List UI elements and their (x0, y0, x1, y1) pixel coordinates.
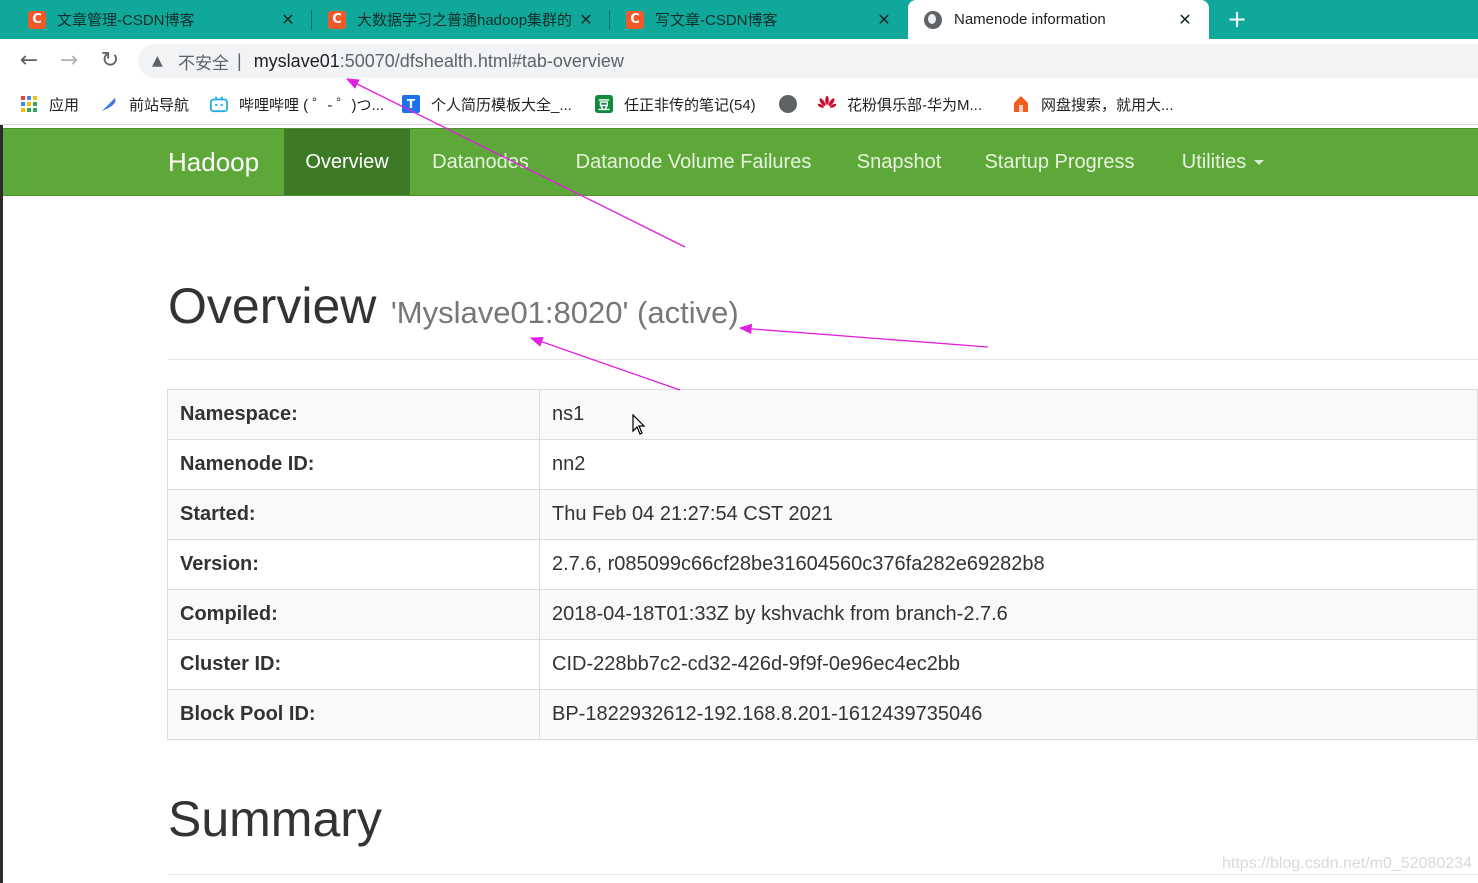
back-arrow-icon[interactable]: ← (17, 49, 41, 73)
globe-icon (779, 95, 797, 113)
tab-title: 大数据学习之普通hadoop集群的 (357, 12, 573, 29)
row-value: BP-1822932612-192.168.8.201-161243973504… (539, 689, 1478, 740)
tab-close-icon[interactable]: ✕ (874, 10, 894, 29)
divider (168, 874, 1478, 875)
bookmark-label: 任正非传的笔记(54) (624, 96, 756, 114)
resume-icon: T (402, 95, 420, 113)
warning-triangle-icon[interactable]: ▲ (152, 53, 168, 69)
tab-strip: C 文章管理-CSDN博客 ✕ C 大数据学习之普通hadoop集群的 ✕ C … (0, 0, 1478, 39)
table-row: Block Pool ID: BP-1822932612-192.168.8.2… (167, 689, 1478, 740)
row-key: Block Pool ID: (167, 689, 540, 740)
tab-close-icon[interactable]: ✕ (1175, 10, 1195, 29)
cloud-search-icon (1012, 95, 1030, 113)
tab-write-article[interactable]: C 写文章-CSDN博客 ✕ (610, 0, 908, 39)
url-host[interactable]: myslave01 (254, 51, 340, 72)
annotation-arrow-host (529, 336, 681, 391)
row-key: Namenode ID: (167, 439, 540, 490)
namenode-address-subtitle: 'Myslave01:8020' (active) (390, 295, 739, 330)
csdn-favicon-icon: C (328, 10, 346, 29)
tab-title: Namenode information (954, 11, 1106, 28)
overview-title: Overview (168, 278, 377, 334)
bookmark-label: 前站导航 (129, 96, 190, 114)
row-value: 2018-04-18T01:33Z by kshvachk from branc… (539, 589, 1478, 640)
browser-toolbar: ← → ↻ ▲ 不安全 | myslave01 :50070/dfshealth… (0, 39, 1478, 83)
table-row: Namenode ID: nn2 (167, 439, 1478, 490)
security-label[interactable]: 不安全 (178, 49, 229, 74)
bookmark-huawei-club[interactable]: 花粉俱乐部-华为M... (818, 93, 982, 115)
row-value: 2.7.6, r085099c66cf28be31604560c376fa282… (539, 539, 1478, 590)
row-key: Started: (167, 489, 540, 540)
bookmark-bilibili[interactable]: 哔哩哔哩 ( ゜- ゜)つ... (210, 93, 384, 115)
bookmark-label: 花粉俱乐部-华为M... (847, 96, 982, 114)
bookmark-cloud-search[interactable]: 网盘搜索，就用大... (1012, 93, 1174, 115)
nav-utilities-label: Utilities (1181, 151, 1247, 173)
table-row: Version: 2.7.6, r085099c66cf28be31604560… (167, 539, 1478, 590)
notes-icon: 豆 (595, 95, 613, 113)
tab-title: 文章管理-CSDN博客 (57, 12, 195, 29)
table-row: Namespace: ns1 (167, 389, 1478, 440)
bilibili-icon (210, 95, 228, 113)
row-value: Thu Feb 04 21:27:54 CST 2021 (539, 489, 1478, 540)
summary-title: Summary (168, 791, 382, 847)
csdn-favicon-icon: C (626, 10, 644, 29)
bookmark-label: 哔哩哔哩 ( ゜- ゜)つ... (239, 96, 384, 114)
row-value: CID-228bb7c2-cd32-426d-9f9f-0e96ec4ec2bb (539, 639, 1478, 690)
row-key: Compiled: (167, 589, 540, 640)
huawei-icon (818, 95, 836, 113)
nav-datanode-volume-failures[interactable]: Datanode Volume Failures (551, 129, 836, 195)
bookmark-label: 个人简历模板大全_... (431, 96, 572, 114)
tab-close-icon[interactable]: ✕ (576, 10, 596, 29)
bookmark-label: 应用 (49, 96, 80, 114)
overview-table: Namespace: ns1 Namenode ID: nn2 Started:… (167, 389, 1478, 740)
bookmark-site-nav[interactable]: 前站导航 (100, 93, 189, 115)
nav-snapshot[interactable]: Snapshot (836, 129, 962, 195)
nav-utilities-dropdown[interactable]: Utilities (1157, 129, 1289, 195)
tab-close-icon[interactable]: ✕ (278, 10, 298, 29)
row-value: nn2 (539, 439, 1478, 490)
hadoop-brand[interactable]: Hadoop (168, 147, 259, 178)
feather-icon (100, 95, 118, 113)
address-separator: | (237, 50, 242, 71)
nav-datanodes[interactable]: Datanodes (410, 129, 551, 195)
page-title: Overview 'Myslave01:8020' (active) (168, 277, 739, 335)
apps-grid-icon (20, 95, 38, 113)
tab-namenode-information[interactable]: Namenode information ✕ (908, 0, 1209, 39)
row-key: Cluster ID: (167, 639, 540, 690)
nav-overview[interactable]: Overview (284, 129, 410, 195)
bookmark-label: 网盘搜索，就用大... (1041, 96, 1174, 114)
forward-arrow-icon[interactable]: → (57, 49, 81, 73)
mouse-cursor-icon (632, 414, 646, 435)
bookmark-resume-templates[interactable]: T 个人简历模板大全_... (402, 93, 572, 115)
row-key: Namespace: (167, 389, 540, 440)
bookmark-apps[interactable]: 应用 (20, 93, 79, 115)
nav-startup-progress[interactable]: Startup Progress (962, 129, 1157, 195)
row-value: ns1 (539, 389, 1478, 440)
bookmarks-bar: 应用 前站导航 哔哩哔哩 ( ゜- ゜)つ... T 个人简历模板大全_... … (0, 83, 1478, 125)
annotation-arrow-active (738, 323, 989, 348)
table-row: Compiled: 2018-04-18T01:33Z by kshvachk … (167, 589, 1478, 640)
caret-down-icon (1254, 160, 1265, 166)
tab-title: 写文章-CSDN博客 (655, 12, 778, 29)
tab-hadoop-cluster-article[interactable]: C 大数据学习之普通hadoop集群的 ✕ (312, 0, 610, 39)
watermark-text: https://blog.csdn.net/m0_52080234 (1222, 855, 1472, 872)
globe-favicon-icon (924, 10, 942, 29)
address-bar[interactable]: ▲ 不安全 | myslave01 :50070/dfshealth.html#… (138, 44, 1478, 78)
csdn-favicon-icon: C (28, 10, 46, 29)
reload-icon[interactable]: ↻ (98, 49, 122, 73)
table-row: Started: Thu Feb 04 21:27:54 CST 2021 (167, 489, 1478, 540)
divider (168, 359, 1478, 360)
tab-article-management[interactable]: C 文章管理-CSDN博客 ✕ (0, 0, 312, 39)
window-left-edge (0, 125, 3, 883)
new-tab-icon[interactable]: + (1222, 4, 1252, 34)
bookmark-globe[interactable] (779, 93, 797, 115)
row-key: Version: (167, 539, 540, 590)
url-path[interactable]: :50070/dfshealth.html#tab-overview (340, 51, 624, 72)
table-row: Cluster ID: CID-228bb7c2-cd32-426d-9f9f-… (167, 639, 1478, 690)
bookmark-notes[interactable]: 豆 任正非传的笔记(54) (595, 93, 756, 115)
hadoop-navbar: Hadoop Overview Datanodes Datanode Volum… (3, 128, 1478, 196)
